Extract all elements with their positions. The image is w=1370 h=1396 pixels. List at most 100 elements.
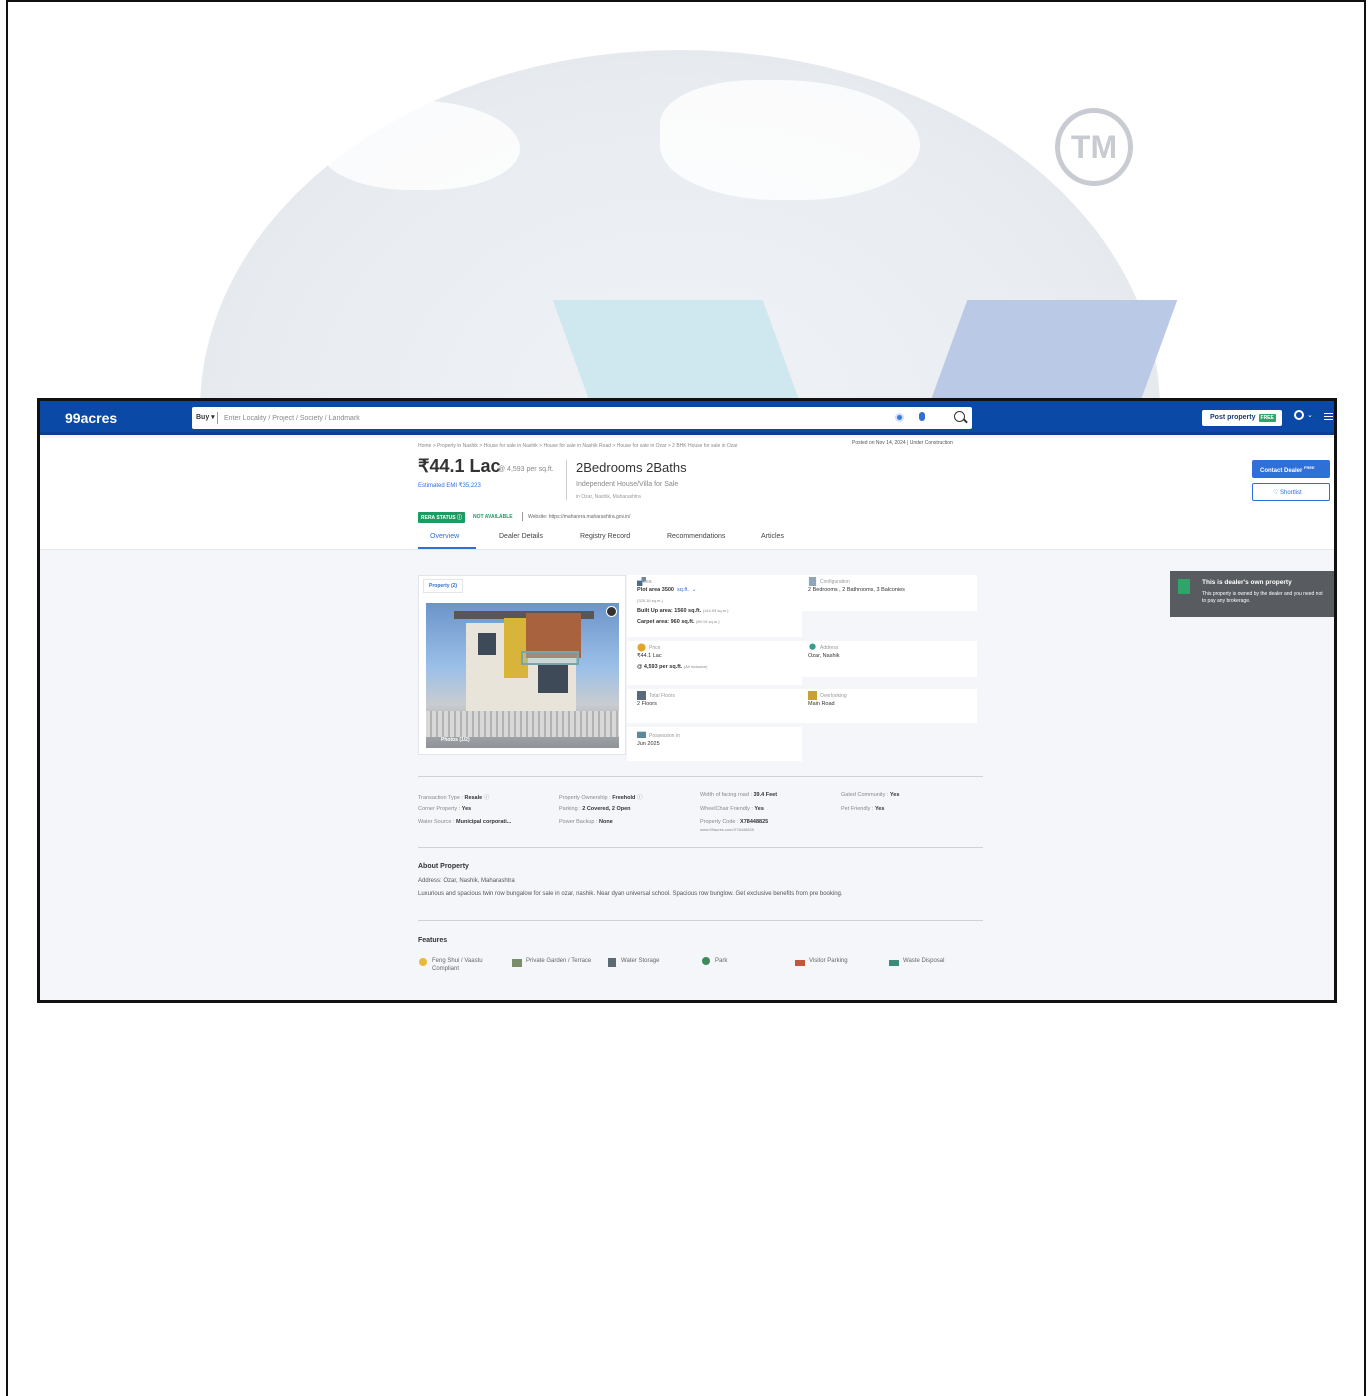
search-input[interactable] (224, 411, 874, 425)
overlooking-value: Main Road (808, 701, 835, 707)
divider (418, 920, 983, 921)
detail-property-code: Property Code : X78448825 (700, 819, 769, 825)
divider (418, 776, 983, 777)
property-url[interactable]: www.99acres.com/X78448825 (700, 827, 754, 832)
feature-waste-disposal: Waste Disposal (889, 957, 944, 966)
detail-wheelchair: WheelChair Friendly : Yes (700, 806, 764, 812)
house-window (478, 633, 496, 655)
search-icon[interactable] (954, 411, 965, 422)
user-icon[interactable] (1294, 410, 1304, 420)
post-property-button[interactable]: Post property FREE (1202, 410, 1282, 426)
building-icon (808, 577, 817, 586)
photo-tab[interactable]: Property (2) (423, 579, 464, 593)
carpet-area: Carpet area: 960 sq.ft. (89.19 sq.m.) (637, 619, 720, 625)
house-fence (426, 711, 619, 737)
posted-date: Posted on Nov 14, 2024 | Under Construct… (852, 440, 953, 446)
floors-value: 2 Floors (637, 701, 657, 707)
divider (217, 412, 218, 424)
trademark-badge: TM (1055, 108, 1133, 186)
price-per-sqft: @ 4,593 per sq.ft. (498, 466, 554, 473)
feature-visitor-parking: Visitor Parking (795, 957, 848, 966)
screenshot-frame: 99acres Buy ▾ Post propertyFREE ⌄ Home >… (37, 398, 1337, 1003)
detail-pet-friendly: Pet Friendly : Yes (841, 806, 885, 812)
breadcrumb[interactable]: Home > Property in Nashik > House for sa… (418, 443, 738, 449)
hamburger-menu-icon[interactable] (1324, 413, 1333, 420)
feature-water-storage: Water Storage (608, 957, 659, 967)
floors-label: Total Floors (649, 693, 675, 699)
feature-feng-shui: Feng Shui / Vaastu Compliant (419, 957, 502, 973)
contact-dealer-button[interactable]: Contact Dealer FREE (1252, 460, 1330, 478)
listing-location: in Ozar, Nashik, Maharashtra (576, 494, 641, 500)
garden-icon (512, 959, 522, 967)
tab-recommendations[interactable]: Recommendations (667, 533, 725, 540)
tab-overview[interactable]: Overview (430, 533, 459, 540)
emi-link[interactable]: Estimated EMI ₹35,223 (418, 482, 481, 489)
house-window (538, 663, 568, 693)
address-label: Address (820, 645, 839, 651)
detail-gated-community: Gated Community : Yes (841, 792, 900, 798)
detail-parking: Parking : 2 Covered, 2 Open (559, 806, 631, 812)
microphone-icon[interactable] (919, 412, 925, 421)
fact-area: Area Plot area 3500 sq.ft. ⌄ (325.16 sq.m.… (627, 575, 802, 637)
configuration-label: Configuration (820, 579, 850, 585)
dealer-note-text: This property is owned by the dealer and… (1202, 591, 1323, 604)
detail-power-backup: Power Backup : None (559, 819, 613, 825)
background-watermark (180, 40, 1300, 410)
truck-icon (889, 960, 899, 966)
tab-registry-record[interactable]: Registry Record (580, 533, 630, 540)
configuration-value: 2 Bedrooms , 2 Bathrooms, 3 Balconies (808, 587, 905, 593)
possession-label: Possession in (649, 733, 680, 739)
listing-header: Home > Property in Nashik > House for sa… (40, 438, 1334, 550)
window-icon (808, 691, 817, 700)
water-tank-icon (608, 958, 616, 967)
detail-corner-property: Corner Property : Yes (418, 806, 472, 812)
post-property-label: Post property (1210, 414, 1256, 421)
listing-subtitle: Independent House/Villa for Sale (576, 481, 679, 488)
possession-value: Jun 2025 (637, 741, 660, 747)
location-icon[interactable] (895, 413, 904, 422)
chevron-down-icon[interactable]: ⌄ (1307, 411, 1313, 419)
possession-icon (637, 731, 646, 738)
site-logo[interactable]: 99acres (65, 410, 117, 426)
car-icon (795, 960, 805, 966)
dealer-own-property-note: This is dealer's own property This prope… (1170, 571, 1334, 617)
feature-park: Park (702, 957, 727, 965)
price-main: ₹44.1 Lac (418, 456, 501, 476)
rera-website: Website: https://maharera.maharashtra.go… (528, 514, 631, 520)
area-label: Area (641, 579, 652, 585)
price-icon (637, 643, 646, 652)
house-facade (504, 618, 528, 678)
divider (522, 512, 523, 521)
house-balcony (521, 651, 579, 665)
photos-count[interactable]: Photos (1/2) (441, 737, 470, 743)
features-heading: Features (418, 937, 448, 944)
rera-status-badge[interactable]: RERA STATUS ⓘ (418, 512, 466, 523)
fact-total-floors: Total Floors 2 Floors (627, 689, 802, 723)
divider (566, 460, 567, 500)
tree-icon (702, 957, 710, 965)
fact-possession: Possession in Jun 2025 (627, 727, 802, 761)
overlooking-label: Overlooking (820, 693, 847, 699)
shortlist-button[interactable]: ♡ Shortlist (1252, 483, 1330, 501)
property-photo[interactable]: Photos (1/2) (426, 603, 619, 748)
bookmark-icon (1178, 579, 1190, 594)
search-bar: Buy ▾ (192, 407, 972, 429)
top-navbar: 99acres Buy ▾ Post propertyFREE ⌄ (40, 401, 1334, 435)
compass-icon (419, 958, 427, 966)
about-heading: About Property (418, 863, 469, 870)
zoom-icon[interactable] (606, 606, 617, 617)
fact-price: Price ₹44.1 Lac @ 4,593 per sq.ft. (All … (627, 641, 802, 685)
active-tab-indicator (418, 547, 476, 549)
price-label: Price (649, 645, 661, 651)
tab-dealer-details[interactable]: Dealer Details (499, 533, 543, 540)
feature-private-garden: Private Garden / Terrace (512, 957, 596, 967)
key-facts-grid: Area Plot area 3500 sq.ft. ⌄ (325.16 sq.m.… (627, 575, 982, 761)
address-value: Ozar, Nashik (808, 653, 840, 659)
plot-area: Plot area 3500 sq.ft. ⌄ (637, 587, 697, 593)
buy-dropdown[interactable]: Buy ▾ (196, 413, 215, 421)
built-up-area: Built Up area: 1560 sq.ft. (144.93 sq.m.… (637, 608, 729, 614)
tab-articles[interactable]: Articles (761, 533, 784, 540)
detail-transaction-type: Transaction Type : Resale ⓘ (418, 795, 490, 801)
detail-ownership: Property Ownership : Freehold ⓘ (559, 795, 643, 801)
floors-icon (637, 691, 646, 700)
